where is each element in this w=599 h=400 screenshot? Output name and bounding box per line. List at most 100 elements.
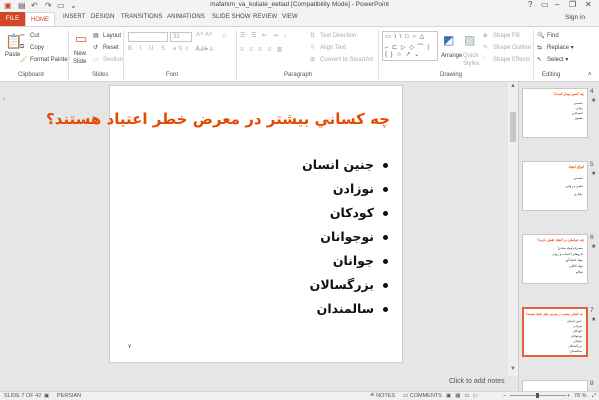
convert-smartart-button[interactable]: ⊞ Convert to SmartArt bbox=[310, 56, 373, 63]
cut-button[interactable]: ✂ Cut bbox=[20, 32, 39, 39]
group-divider bbox=[123, 30, 124, 80]
shapes-gallery[interactable]: ▭ \ \ □ ○ △ ⌐ ⊏ ▷ ◇ ⌒ ⟨ { } ☆ ↗ ⌄ bbox=[382, 31, 438, 61]
notes-button[interactable]: ≙ NOTES bbox=[370, 393, 395, 399]
help-button[interactable]: ? bbox=[528, 0, 532, 9]
slide-thumbnail[interactable]: انواع اعتياد جسمي ذهني و رواني رفتاري bbox=[522, 161, 588, 211]
bullet-dot-icon bbox=[383, 283, 388, 288]
bullet-item[interactable]: بزرگسالان bbox=[302, 273, 388, 297]
tab-file[interactable]: FILE bbox=[0, 12, 25, 26]
shape-fill-button[interactable]: ◈ Shape Fill bbox=[483, 32, 520, 39]
ribbon-display-icon[interactable]: ▭ bbox=[541, 0, 549, 9]
current-slide[interactable]: چه کساني بيشتر در معرض خطر اعتياد هستند؟… bbox=[46, 85, 403, 363]
section-button[interactable]: ▭ Section bbox=[93, 56, 123, 63]
copy-button[interactable]: ⧉ Copy bbox=[20, 44, 44, 51]
new-slide-icon[interactable]: ▭ bbox=[75, 31, 87, 47]
format-painter-button[interactable]: 🖌 Format Painter bbox=[20, 56, 70, 63]
thumb-number: 7 bbox=[590, 307, 594, 314]
shape-outline-button[interactable]: ✎ Shape Outline bbox=[483, 44, 531, 51]
tab-insert[interactable]: INSERT bbox=[63, 14, 86, 20]
shapes-row-3-icons[interactable]: { } ☆ ↗ ⌄ bbox=[385, 51, 420, 58]
slide-thumbnail[interactable]: چه کسي بيمار است؟ جسمي رواني اجتماعي معن… bbox=[522, 88, 588, 138]
close-button[interactable]: ✕ bbox=[585, 0, 592, 9]
grow-font-icon[interactable]: A˄ A˅ bbox=[196, 32, 212, 38]
bullet-item[interactable]: جنين انسان bbox=[302, 153, 388, 177]
tab-transitions[interactable]: TRANSITIONS bbox=[121, 14, 162, 20]
view-buttons-icons[interactable]: ▣▦▭▷ bbox=[446, 393, 482, 399]
paste-button[interactable]: Paste bbox=[5, 52, 20, 58]
thumbnail-toggle-icon[interactable]: › bbox=[3, 96, 5, 103]
shape-effects-button[interactable]: ◌ Shape Effects bbox=[483, 56, 530, 63]
notes-placeholder[interactable]: Click to add notes bbox=[449, 378, 505, 385]
quick-styles-icon[interactable]: ▨ bbox=[464, 33, 475, 47]
shapes-row-1-icons[interactable]: ▭ \ \ □ ○ △ bbox=[385, 33, 425, 40]
bullet-dot-icon bbox=[383, 187, 388, 192]
brush-icon: 🖌 bbox=[20, 57, 28, 63]
text-direction-button[interactable]: ⇅ Text Direction bbox=[310, 32, 356, 39]
zoom-out-button[interactable]: − bbox=[503, 393, 506, 399]
scroll-up-icon[interactable]: ▲ bbox=[510, 83, 516, 89]
find-button[interactable]: 🔍 Find bbox=[537, 32, 559, 39]
slide-thumbnail[interactable] bbox=[522, 380, 588, 391]
select-button[interactable]: ↖ Select ▾ bbox=[537, 56, 568, 63]
shapes-row-2-icons[interactable]: ⌐ ⊏ ▷ ◇ ⌒ ⟨ bbox=[385, 42, 430, 51]
layout-button[interactable]: ▤ Layout bbox=[93, 32, 121, 39]
drawing-group-label: Drawing bbox=[440, 72, 463, 78]
scroll-down-icon[interactable]: ▼ bbox=[510, 366, 516, 372]
minimize-button[interactable]: – bbox=[555, 0, 559, 9]
tab-home[interactable]: HOME bbox=[25, 12, 55, 27]
new-slide-button[interactable]: New bbox=[74, 51, 86, 57]
sign-in-link[interactable]: Sign in bbox=[565, 14, 585, 21]
slide-thumbnail[interactable]: چه عواملي در اعتياد نقش دارند؟ مصرف(مواد… bbox=[522, 234, 588, 284]
bullet-item[interactable]: سالمندان bbox=[302, 297, 388, 321]
bullet-text: نوجوانان bbox=[320, 229, 374, 244]
thumb-line: مصرف(مواد مخدر) bbox=[557, 246, 583, 250]
spellcheck-icon[interactable]: ▣ bbox=[44, 393, 49, 399]
new-slide-button-line2[interactable]: Slide bbox=[73, 59, 86, 65]
tab-design[interactable]: DESIGN bbox=[91, 14, 115, 20]
align-text-button[interactable]: ⇳ Align Text bbox=[310, 44, 346, 51]
bullet-text: جنين انسان bbox=[302, 157, 374, 172]
arrange-button[interactable]: Arrange bbox=[441, 53, 462, 59]
comments-button[interactable]: ▭ COMMENTS bbox=[403, 393, 442, 399]
restore-button[interactable]: ❐ bbox=[569, 0, 576, 9]
group-divider bbox=[378, 30, 379, 80]
slide-thumbnail-selected[interactable]: چه کساني بيشتر در معرض خطر اعتياد هستند؟… bbox=[522, 307, 588, 357]
group-divider bbox=[236, 30, 237, 80]
fit-slide-icon[interactable]: ⤢ bbox=[592, 393, 596, 400]
tab-view[interactable]: VIEW bbox=[282, 14, 298, 20]
bullet-item[interactable]: نوجوانان bbox=[302, 225, 388, 249]
bullet-item[interactable]: جوانان bbox=[302, 249, 388, 273]
collapse-ribbon-icon[interactable]: ˄ bbox=[588, 72, 592, 78]
tab-review[interactable]: REVIEW bbox=[253, 14, 277, 20]
font-name-box[interactable] bbox=[128, 32, 168, 42]
zoom-level[interactable]: 78 % bbox=[574, 393, 587, 399]
editor-scrollbar-thumb[interactable] bbox=[510, 112, 516, 142]
tab-animations[interactable]: ANIMATIONS bbox=[167, 14, 205, 20]
replace-button[interactable]: ⇆ Replace ▾ bbox=[537, 44, 574, 51]
thumb-line: جسمي bbox=[573, 101, 583, 105]
reset-label: Reset bbox=[103, 45, 119, 52]
reset-button[interactable]: ↺ Reset bbox=[93, 44, 119, 51]
bullet-list[interactable]: جنين انسان نوزادن کودکان نوجوانان جوانان… bbox=[302, 153, 388, 321]
slide-title[interactable]: چه کساني بيشتر در معرض خطر اعتياد هستند؟ bbox=[46, 110, 390, 128]
search-icon: 🔍 bbox=[537, 33, 545, 39]
arrange-icon[interactable]: ◩ bbox=[443, 33, 454, 47]
clear-format-icon[interactable]: ◇ bbox=[222, 32, 227, 39]
group-divider bbox=[68, 30, 69, 80]
bullet-item[interactable]: نوزادن bbox=[302, 177, 388, 201]
zoom-slider-thumb[interactable] bbox=[536, 393, 539, 398]
quick-styles-button[interactable]: Quick bbox=[463, 53, 478, 59]
bullet-item[interactable]: کودکان bbox=[302, 201, 388, 225]
font-color-icon[interactable]: Aa ▾ A bbox=[196, 46, 213, 53]
animation-star-icon: ★ bbox=[591, 244, 597, 250]
align-buttons-icons[interactable]: ≡ ≡ ≡ ≡ ▥ bbox=[240, 46, 284, 53]
list-buttons-icons[interactable]: ☰ ☰ ⇤ ⇥ ↕ bbox=[240, 32, 288, 39]
quick-styles-button-line2[interactable]: Styles bbox=[463, 61, 479, 67]
language-indicator[interactable]: PERSIAN bbox=[57, 393, 81, 399]
zoom-in-button[interactable]: + bbox=[567, 393, 570, 399]
smartart-icon: ⊞ bbox=[310, 57, 316, 63]
font-size-box[interactable]: 32 bbox=[170, 32, 192, 42]
tab-slide-show[interactable]: SLIDE SHOW bbox=[212, 14, 251, 20]
bullet-text: نوزادن bbox=[332, 181, 374, 196]
thumb-title: انواع اعتياد bbox=[568, 165, 584, 169]
